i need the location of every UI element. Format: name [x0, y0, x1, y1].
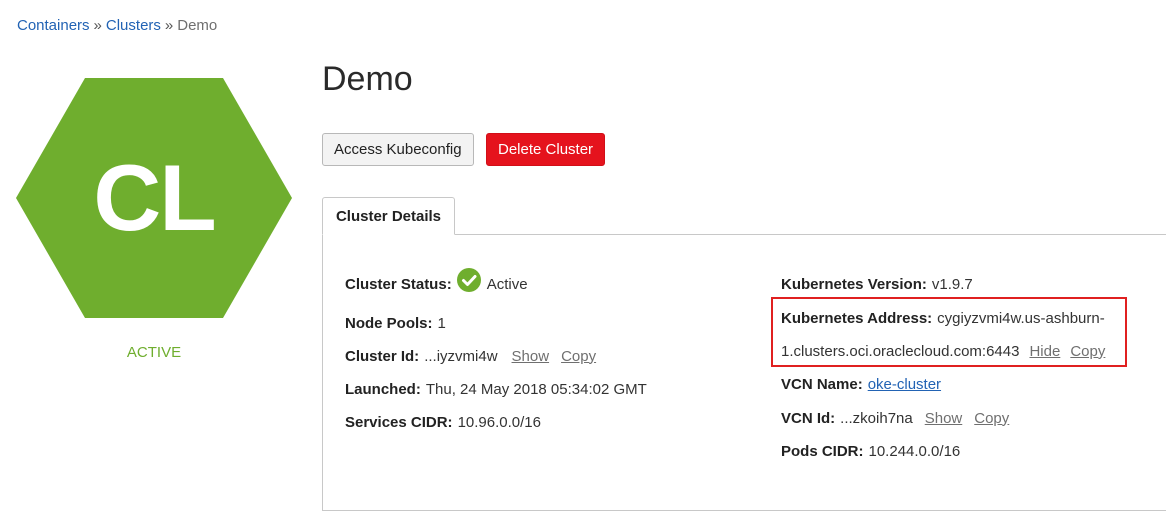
cluster-state-label: ACTIVE: [126, 344, 182, 361]
breadcrumb-current: Demo: [177, 17, 218, 34]
breadcrumb: Containers» Clusters» Demo: [17, 17, 217, 34]
check-circle-icon: [456, 268, 481, 292]
cluster-status-label: Cluster Status:: [345, 275, 452, 293]
kubernetes-address-value-line2: 1.clusters.oci.oraclecloud.com:6443: [781, 342, 1020, 360]
node-pools-label: Node Pools:: [345, 314, 433, 332]
panel-border-left: [322, 235, 323, 511]
pods-cidr-row: Pods CIDR: 10.244.0.0/16: [781, 441, 960, 461]
cluster-id-show-link[interactable]: Show: [512, 348, 550, 365]
cluster-status-row: Cluster Status: Active: [345, 266, 528, 302]
services-cidr-label: Services CIDR:: [345, 413, 453, 431]
kubernetes-address-label: Kubernetes Address:: [781, 309, 933, 327]
cluster-id-value: ...iyzvmi4w: [424, 347, 498, 365]
breadcrumb-separator: »: [93, 17, 102, 34]
vcn-name-label: VCN Name:: [781, 375, 863, 393]
panel-border-bottom: [322, 510, 1166, 511]
kubernetes-address-copy-link[interactable]: Copy: [1070, 343, 1105, 360]
kubernetes-address-value-line1: cygiyzvmi4w.us-ashburn-: [937, 309, 1105, 327]
vcn-name-row: VCN Name: oke-cluster: [781, 374, 941, 394]
vcn-name-link[interactable]: oke-cluster: [868, 376, 941, 393]
cluster-id-copy-link[interactable]: Copy: [561, 348, 596, 365]
services-cidr-value: 10.96.0.0/16: [457, 413, 541, 431]
services-cidr-row: Services CIDR: 10.96.0.0/16: [345, 412, 541, 432]
vcn-id-show-link[interactable]: Show: [925, 410, 963, 427]
vcn-id-label: VCN Id:: [781, 409, 836, 427]
cluster-hexagon-badge: CL: [16, 78, 292, 318]
breadcrumb-separator: »: [164, 17, 174, 34]
breadcrumb-link-containers[interactable]: Containers: [17, 17, 90, 34]
page-title: Demo: [322, 60, 413, 98]
kubernetes-address-hide-link[interactable]: Hide: [1029, 343, 1060, 360]
tab-cluster-details[interactable]: Cluster Details: [322, 197, 455, 235]
cluster-id-label: Cluster Id:: [345, 347, 420, 365]
delete-cluster-button[interactable]: Delete Cluster: [486, 133, 606, 166]
node-pools-value: 1: [437, 314, 446, 332]
cluster-id-row: Cluster Id: ...iyzvmi4w Show Copy: [345, 346, 596, 366]
pods-cidr-value: 10.244.0.0/16: [868, 442, 961, 460]
vcn-id-copy-link[interactable]: Copy: [974, 410, 1009, 427]
kubernetes-version-value: v1.9.7: [931, 275, 973, 293]
launched-value: Thu, 24 May 2018 05:34:02 GMT: [425, 380, 647, 398]
node-pools-row: Node Pools: 1: [345, 313, 446, 333]
kubernetes-version-row: Kubernetes Version: v1.9.7: [781, 274, 973, 294]
pods-cidr-label: Pods CIDR:: [781, 442, 864, 460]
vcn-id-row: VCN Id: ...zkoih7na Show Copy: [781, 408, 1009, 428]
access-kubeconfig-button[interactable]: Access Kubeconfig: [322, 133, 474, 166]
vcn-id-value: ...zkoih7na: [840, 409, 913, 427]
cluster-status-value: Active: [486, 275, 528, 293]
kubernetes-version-label: Kubernetes Version:: [781, 275, 927, 293]
launched-label: Launched:: [345, 380, 421, 398]
cluster-initials: CL: [93, 145, 216, 250]
kubernetes-address-row-continued: 1.clusters.oci.oraclecloud.com:6443 Hide…: [781, 341, 1105, 361]
kubernetes-address-row: Kubernetes Address: cygiyzvmi4w.us-ashbu…: [781, 308, 1105, 328]
breadcrumb-link-clusters[interactable]: Clusters: [106, 17, 161, 34]
launched-row: Launched: Thu, 24 May 2018 05:34:02 GMT: [345, 379, 647, 399]
